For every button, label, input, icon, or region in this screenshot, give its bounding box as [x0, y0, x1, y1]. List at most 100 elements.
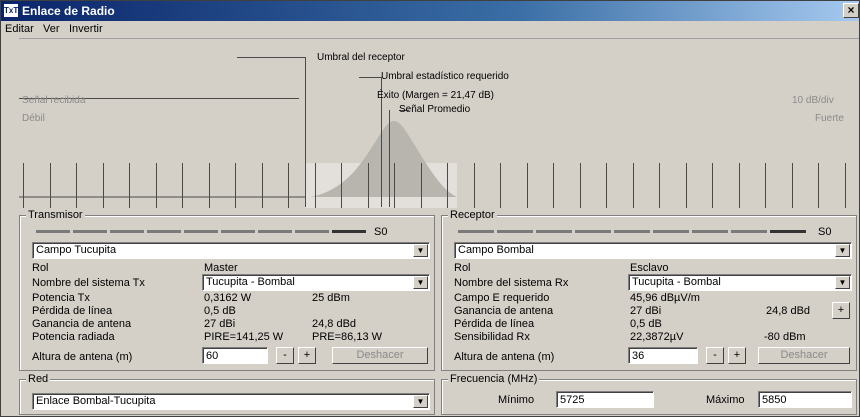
close-button[interactable]: ×	[843, 3, 859, 18]
scale-tick	[394, 163, 395, 208]
rx-system-value: Tucupita - Bombal	[632, 276, 721, 288]
scale-tick	[579, 163, 581, 208]
rx-sensitivity-label: Sensibilidad Rx	[454, 331, 530, 343]
scale-tick	[49, 163, 51, 208]
rx-height-increase-button[interactable]: +	[728, 347, 746, 364]
scale-tick	[261, 163, 263, 208]
rx-gain-increase-button[interactable]: +	[832, 302, 850, 319]
scale-tick	[553, 163, 554, 208]
scale-tick	[632, 163, 634, 208]
scale-tick	[208, 163, 210, 208]
chevron-down-icon[interactable]: ▼	[413, 276, 428, 289]
average-signal-line	[389, 110, 390, 207]
transmitter-title: Transmisor	[26, 209, 85, 221]
radio-link-window: TxT Enlace de Radio × Editar Ver Inverti…	[0, 0, 860, 417]
tx-height-increase-button[interactable]: +	[298, 347, 316, 364]
network-title: Red	[26, 373, 51, 385]
rx-field-label: Campo E requerido	[454, 292, 550, 304]
signal-bell-curve	[311, 121, 457, 197]
scale-tick	[129, 163, 130, 208]
scale-tick	[420, 163, 422, 208]
scale-tick	[818, 163, 819, 208]
scale-tick	[844, 163, 846, 208]
menu-ver[interactable]: Ver	[43, 23, 60, 35]
tx-antenna-gain-label: Ganancia de antena	[32, 318, 132, 330]
chevron-down-icon[interactable]: ▼	[835, 244, 850, 257]
scale-tick	[500, 163, 501, 208]
tx-system-value: Tucupita - Bombal	[206, 276, 295, 288]
receiver-threshold-line	[305, 57, 306, 207]
tx-rol-label: Rol	[32, 262, 49, 274]
window-title: Enlace de Radio	[22, 4, 115, 18]
signal-meter: Umbral del receptor Umbral estadístico r…	[19, 38, 859, 208]
scale-tick	[659, 163, 660, 208]
rx-antenna-height-input[interactable]	[628, 347, 698, 364]
title-bar[interactable]: TxT Enlace de Radio ×	[1, 1, 859, 21]
tx-power-dbm: 25 dBm	[312, 292, 350, 304]
scale-tick	[314, 163, 316, 208]
scale-tick	[685, 163, 687, 208]
scale-tick	[341, 163, 342, 208]
tx-antenna-gain-dbd: 24,8 dBd	[312, 318, 357, 330]
receiver-title: Receptor	[448, 209, 497, 221]
rx-antenna-gain-dbi: 27 dBi	[630, 305, 662, 317]
network-value: Enlace Bombal-Tucupita	[36, 395, 156, 407]
scale-tick	[712, 163, 713, 208]
rx-antenna-height-label: Altura de antena (m)	[454, 351, 555, 363]
receiver-group: Receptor S0 Campo Bombal ▼ Rol Esclavo N…	[441, 209, 857, 371]
chevron-down-icon[interactable]: ▼	[835, 276, 850, 289]
tx-undo-button[interactable]: Deshacer	[332, 347, 428, 364]
tx-power-label: Potencia Tx	[32, 292, 90, 304]
frequency-max-input[interactable]	[758, 391, 852, 408]
receiver-level: S0	[818, 226, 832, 238]
transmitter-group: Transmisor S0 Campo Tucupita ▼ Rol Maste…	[19, 209, 435, 371]
weak-label: Débil	[22, 113, 45, 124]
rx-rol-value: Esclavo	[630, 262, 669, 274]
average-signal-label: Señal Promedio	[399, 104, 471, 115]
statistical-threshold-label: Umbral estadístico requerido	[381, 71, 509, 82]
success-margin-label: Éxito (Margen = 21,47 dB)	[377, 90, 495, 101]
menu-editar[interactable]: Editar	[5, 23, 34, 35]
frequency-min-input[interactable]	[556, 391, 654, 408]
rx-undo-button[interactable]: Deshacer	[758, 347, 850, 364]
frequency-min-label: Mínimo	[498, 394, 535, 406]
scale-tick	[182, 163, 183, 208]
chevron-down-icon[interactable]: ▼	[413, 395, 428, 408]
network-select[interactable]: Enlace Bombal-Tucupita ▼	[32, 393, 430, 410]
rx-antenna-gain-dbd: 24,8 dBd	[766, 305, 811, 317]
rx-height-decrease-button[interactable]: -	[706, 347, 724, 364]
menu-bar: Editar Ver Invertir	[1, 21, 859, 37]
transmitter-level: S0	[374, 226, 388, 238]
receiver-station-select[interactable]: Campo Bombal ▼	[454, 242, 852, 259]
frequency-group: Frecuencia (MHz) Mínimo Máximo	[441, 373, 857, 415]
scale-tick	[76, 163, 77, 208]
scale-tick	[367, 163, 369, 208]
scale-tick	[765, 163, 766, 208]
receiver-level-bar	[458, 230, 810, 234]
scale-tick	[738, 163, 740, 208]
tx-antenna-height-input[interactable]	[202, 347, 268, 364]
rx-rol-label: Rol	[454, 262, 471, 274]
rx-line-loss-value: 0,5 dB	[630, 318, 662, 330]
tx-pire-value: PIRE=141,25 W	[204, 331, 284, 343]
tx-antenna-gain-dbi: 27 dBi	[204, 318, 236, 330]
tx-antenna-height-label: Altura de antena (m)	[32, 351, 133, 363]
tx-height-decrease-button[interactable]: -	[276, 347, 294, 364]
rx-antenna-gain-label: Ganancia de antena	[454, 305, 554, 317]
frequency-title: Frecuencia (MHz)	[448, 373, 540, 385]
scale-tick	[473, 163, 475, 208]
scale-tick	[288, 163, 289, 208]
scale-tick	[23, 163, 24, 208]
tx-power-watts: 0,3162 W	[204, 292, 252, 304]
rx-system-label: Nombre del sistema Rx	[454, 277, 569, 289]
scale-label: 10 dB/div	[792, 95, 834, 106]
scale-tick	[606, 163, 607, 208]
tx-line-loss-label: Pérdida de línea	[32, 305, 113, 317]
tx-pre-value: PRE=86,13 W	[312, 331, 383, 343]
transmitter-station-select[interactable]: Campo Tucupita ▼	[32, 242, 430, 259]
frequency-max-label: Máximo	[706, 394, 745, 406]
rx-system-select[interactable]: Tucupita - Bombal ▼	[628, 274, 852, 291]
chevron-down-icon[interactable]: ▼	[413, 244, 428, 257]
tx-system-select[interactable]: Tucupita - Bombal ▼	[202, 274, 430, 291]
menu-invertir[interactable]: Invertir	[69, 23, 103, 35]
